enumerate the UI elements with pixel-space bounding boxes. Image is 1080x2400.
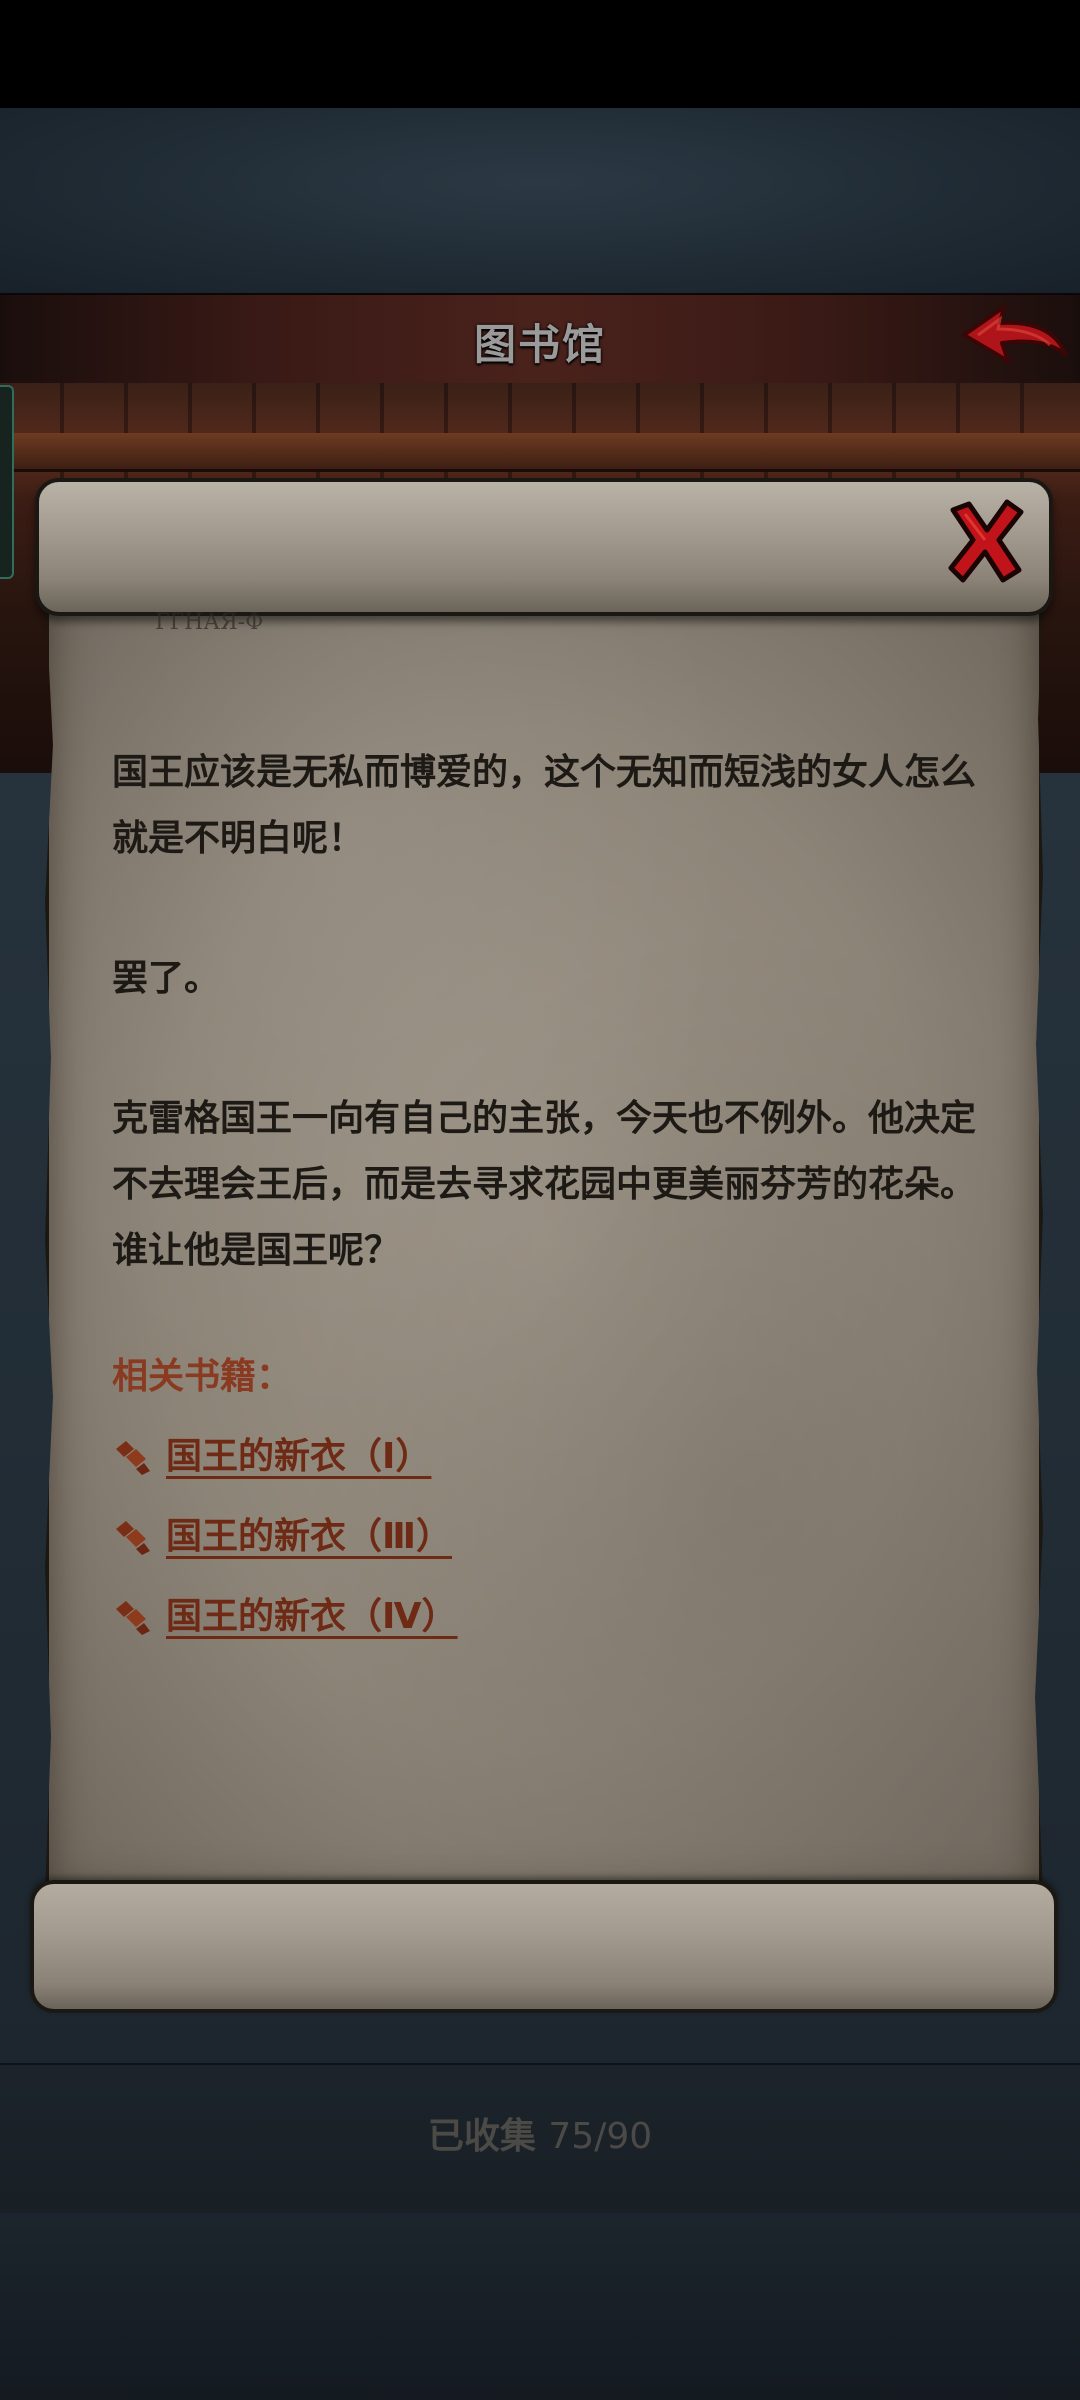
book-paragraph: 克雷格国王一向有自己的主张，今天也不例外。他决定不去理会王后，而是去寻求花园中更…: [112, 1098, 977, 1271]
related-book-title: 国王的新衣（Ⅰ）: [166, 1436, 432, 1477]
close-button[interactable]: [943, 496, 1027, 586]
related-book-link[interactable]: 国王的新衣（Ⅳ）: [112, 1584, 992, 1650]
book-link-icon: [116, 1521, 150, 1555]
related-book-link[interactable]: 国王的新衣（Ⅰ）: [112, 1424, 992, 1490]
book-scroll: ГГНАЯ-Ф 国王应该是无私而博爱的，这个无知而短浅的女人怎么就是不明白呢！ …: [25, 478, 1058, 2018]
bottom-footer: [0, 2213, 1080, 2400]
related-books-heading: 相关书籍：: [112, 1356, 293, 1397]
book-link-icon: [116, 1441, 150, 1475]
collected-count: 75/90: [548, 2116, 653, 2157]
book-paragraph: 国王应该是无私而博爱的，这个无知而短浅的女人怎么就是不明白呢！: [112, 752, 977, 859]
related-book-link[interactable]: 国王的新衣（Ⅲ）: [112, 1504, 992, 1570]
top-backdrop: [0, 108, 1080, 293]
collected-status: 已收集 75/90: [0, 2107, 1080, 2159]
scroll-top-roll: [35, 478, 1053, 616]
game-screen: 图书馆 已收集 75/90 ГГНАЯ-Ф 国王应该是无私而博爱的，这个无知而短…: [0, 0, 1080, 2400]
header-bar: 图书馆: [0, 293, 1080, 388]
related-book-title: 国王的新衣（Ⅲ）: [166, 1516, 453, 1557]
book-paragraph: 罢了。: [112, 958, 221, 999]
side-tab[interactable]: [0, 385, 14, 579]
faded-scroll-text: ГГНАЯ-Ф: [155, 610, 264, 635]
back-arrow-icon: [962, 305, 1068, 363]
library-beam: [0, 433, 1080, 472]
collected-label: 已收集: [427, 2116, 536, 2157]
status-bar: [0, 0, 1080, 108]
close-x-icon: [948, 499, 1024, 583]
related-book-title: 国王的新衣（Ⅳ）: [166, 1596, 458, 1637]
back-button[interactable]: [960, 299, 1070, 379]
book-content: 国王应该是无私而博爱的，这个无知而短浅的女人怎么就是不明白呢！ 罢了。 克雷格国…: [112, 740, 992, 1650]
scroll-bottom-roll: [30, 1880, 1058, 2013]
page-title: 图书馆: [473, 320, 606, 369]
collection-panel: 已收集 75/90: [0, 2063, 1080, 2217]
book-link-icon: [116, 1601, 150, 1635]
